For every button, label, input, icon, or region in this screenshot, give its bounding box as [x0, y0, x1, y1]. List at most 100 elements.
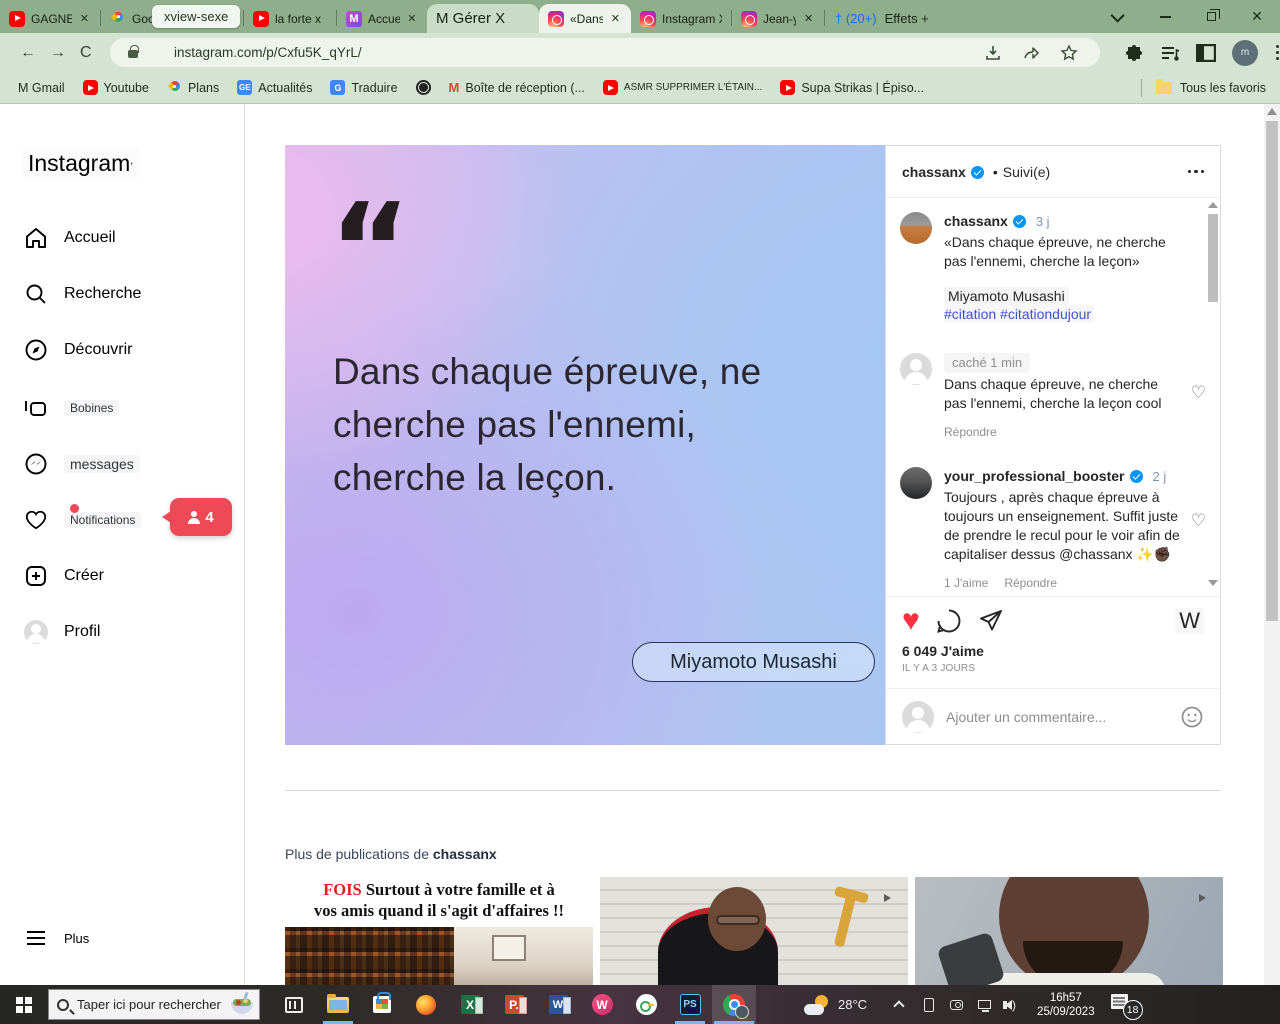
bookmark-supa[interactable]: Supa Strikas | Épiso...: [780, 80, 924, 95]
lock-icon[interactable]: [128, 50, 138, 58]
tab-gagne[interactable]: GAGNE ✕: [0, 4, 100, 33]
tab-drag-chip[interactable]: xview-sexe: [152, 5, 240, 28]
forward-button[interactable]: →: [50, 44, 66, 62]
reload-button[interactable]: C: [80, 44, 92, 62]
back-button[interactable]: ←: [20, 44, 36, 62]
tab-la-forte[interactable]: la forte x: [244, 4, 336, 33]
bookmark-gmail[interactable]: M Gmail: [18, 81, 65, 95]
scrollbar-thumb[interactable]: [1266, 121, 1278, 621]
close-icon[interactable]: ✕: [802, 12, 815, 25]
password-key-button[interactable]: [624, 985, 668, 1024]
post-quote-image[interactable]: “ Dans chaque épreuve, ne cherche pas l'…: [285, 145, 885, 745]
scroll-down-arrow[interactable]: [1208, 580, 1218, 586]
scrollbar-thumb[interactable]: [1208, 214, 1218, 302]
like-button[interactable]: ♥: [902, 607, 920, 635]
camera-icon[interactable]: [949, 997, 965, 1013]
scroll-up-arrow[interactable]: [1267, 108, 1277, 115]
tab-accueil[interactable]: M Accuei ✕: [337, 4, 427, 33]
close-window-button[interactable]: ✕: [1234, 0, 1280, 33]
avatar[interactable]: [900, 353, 932, 385]
volume-icon[interactable]: [1005, 997, 1021, 1013]
tray-expand-button[interactable]: [893, 997, 909, 1013]
close-icon[interactable]: ✕: [78, 12, 91, 25]
photoshop-button[interactable]: PS: [668, 985, 712, 1024]
save-button[interactable]: W: [1175, 608, 1204, 634]
chrome-button[interactable]: [712, 985, 756, 1024]
action-center-button[interactable]: 18: [1103, 985, 1143, 1024]
share-icon[interactable]: [1022, 44, 1040, 62]
sidebar-item-profil[interactable]: Profil: [24, 620, 100, 644]
bookmark-traduire[interactable]: GTraduire: [330, 80, 397, 95]
bookmark-globe[interactable]: [416, 80, 431, 95]
tab-dans-active[interactable]: «Dans ✕: [539, 4, 631, 33]
taskbar-search[interactable]: Taper ici pour rechercher: [48, 989, 260, 1020]
page-scrollbar[interactable]: [1264, 104, 1280, 985]
sidebar-item-creer[interactable]: Créer: [24, 564, 104, 588]
url-text[interactable]: instagram.com/p/Cxfu5K_qYrL/: [174, 45, 974, 60]
excel-button[interactable]: X: [448, 985, 492, 1024]
sidebar-item-decouvrir[interactable]: Découvrir: [24, 338, 132, 362]
reading-list-icon[interactable]: [1160, 44, 1178, 62]
tab-jeany[interactable]: Jean-y ✕: [732, 4, 824, 33]
sidebar-item-accueil[interactable]: Accueil: [24, 226, 116, 250]
post-username[interactable]: chassanx: [902, 164, 966, 180]
close-icon[interactable]: ✕: [609, 12, 622, 25]
share-post-icon[interactable]: [978, 608, 1004, 634]
store-button[interactable]: [360, 985, 404, 1024]
sidebar-item-recherche[interactable]: Recherche: [24, 282, 141, 306]
tab-effets[interactable]: † (20+) Effets +: [825, 11, 939, 33]
hashtag-links[interactable]: #citation #citationdujour: [944, 305, 1094, 323]
bookmark-star-icon[interactable]: [1060, 44, 1078, 62]
tab-search-button[interactable]: [1096, 0, 1142, 33]
comment-like-icon[interactable]: ♡: [1191, 511, 1206, 531]
reply-link[interactable]: Répondre: [1004, 574, 1057, 590]
close-icon[interactable]: ✕: [406, 12, 418, 25]
comment-icon[interactable]: [936, 608, 962, 634]
tab-gerer[interactable]: M Gérer X: [427, 4, 539, 33]
taskbar-clock[interactable]: 16h57 25/09/2023: [1037, 991, 1095, 1019]
file-explorer-button[interactable]: [316, 985, 360, 1024]
extensions-icon[interactable]: [1124, 44, 1142, 62]
address-bar[interactable]: instagram.com/p/Cxfu5K_qYrL/: [110, 38, 1100, 67]
minimize-button[interactable]: [1142, 0, 1188, 33]
side-panel-icon[interactable]: [1196, 44, 1214, 62]
start-button[interactable]: [0, 985, 48, 1024]
reply-link[interactable]: Répondre: [944, 423, 997, 441]
word-button[interactable]: W: [536, 985, 580, 1024]
browser-menu-icon[interactable]: [1276, 45, 1279, 60]
comments-scrollbar[interactable]: [1207, 202, 1218, 586]
tab-instagram[interactable]: Instagram X: [631, 4, 731, 33]
likes-count[interactable]: 6 049 J'aime: [902, 643, 1204, 659]
powerpoint-button[interactable]: P.: [492, 985, 536, 1024]
scroll-up-arrow[interactable]: [1208, 202, 1218, 208]
sidebar-item-plus[interactable]: Plus: [24, 926, 89, 950]
notification-badge[interactable]: 4: [170, 498, 232, 536]
bookmark-actualites[interactable]: GEActualités: [237, 80, 312, 95]
all-favorites[interactable]: Tous les favoris: [1125, 79, 1266, 97]
sidebar-item-messages[interactable]: messages: [24, 452, 140, 476]
post-thumbnail[interactable]: FOIS Surtout à votre famille et àvos ami…: [285, 877, 593, 989]
usb-device-icon[interactable]: [921, 997, 937, 1013]
post-thumbnail[interactable]: [915, 877, 1223, 989]
comment-input[interactable]: [946, 709, 1168, 725]
firefox-button[interactable]: [404, 985, 448, 1024]
avatar[interactable]: [900, 467, 932, 499]
emoji-icon[interactable]: [1180, 705, 1204, 729]
followed-label[interactable]: Suivi(e): [1003, 164, 1050, 180]
bookmark-asmr[interactable]: ASMR SUPPRIMER L'ÉTAIN...: [603, 80, 762, 95]
comments-scroll-area[interactable]: chassanx3 j «Dans chaque épreuve, ne che…: [886, 198, 1220, 590]
comment-likes[interactable]: 1 J'aime: [944, 574, 988, 590]
bookmark-plans[interactable]: Plans: [167, 80, 219, 95]
restore-button[interactable]: [1188, 0, 1234, 33]
weather-widget[interactable]: 28°C: [804, 995, 867, 1015]
post-more-icon[interactable]: [1188, 170, 1205, 174]
more-posts-username[interactable]: chassanx: [433, 846, 497, 862]
bookmark-inbox[interactable]: MBoîte de réception (...: [449, 80, 585, 95]
comment-like-icon[interactable]: ♡: [1191, 383, 1206, 403]
wps-button[interactable]: W: [580, 985, 624, 1024]
instagram-logo[interactable]: Instagram’: [22, 148, 139, 179]
task-view-button[interactable]: [272, 985, 316, 1024]
bookmark-youtube[interactable]: Youtube: [83, 80, 149, 95]
avatar[interactable]: [900, 212, 932, 244]
network-icon[interactable]: [977, 997, 993, 1013]
